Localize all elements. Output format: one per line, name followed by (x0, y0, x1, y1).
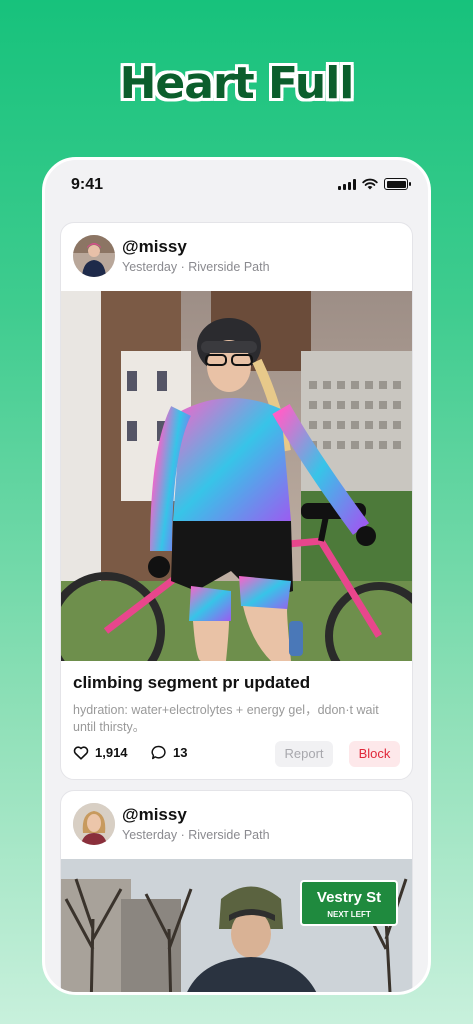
avatar[interactable] (73, 235, 115, 277)
post-card[interactable]: @missy Yesterday · Riverside Path climbi… (60, 222, 413, 780)
status-icons (338, 178, 411, 190)
cellular-signal-icon (338, 178, 356, 190)
app-title: Heart Full (119, 58, 355, 109)
phone-frame: 9:41 @missy Yesterday · Riverside Path c… (42, 157, 431, 995)
street-sign-name: Vestry St (317, 889, 381, 906)
post-title: climbing segment pr updated (73, 673, 311, 692)
heart-icon (73, 746, 89, 760)
avatar[interactable] (73, 803, 115, 845)
post-meta: Yesterday · Riverside Path (122, 828, 270, 842)
status-time: 9:41 (71, 176, 104, 193)
post-username[interactable]: @missy (122, 237, 187, 257)
post-header: @missy Yesterday · Riverside Path (61, 791, 412, 859)
wifi-icon (362, 178, 378, 190)
post-meta: Yesterday · Riverside Path (122, 260, 270, 274)
comment-button[interactable]: 13 (151, 745, 187, 760)
post-body: hydration: water+electrolytes + energy g… (73, 703, 379, 734)
like-count: 1,914 (95, 745, 128, 760)
post-username[interactable]: @missy (122, 805, 187, 825)
report-button[interactable]: Report (275, 741, 333, 767)
battery-icon (384, 178, 411, 190)
post-image[interactable]: Vestry St NEXT LEFT (61, 859, 412, 992)
post-image[interactable] (61, 291, 412, 661)
comment-icon (151, 745, 166, 760)
block-button[interactable]: Block (349, 741, 400, 767)
like-button[interactable]: 1,914 (73, 745, 128, 760)
post-actions: 1,914 13 Report Block (61, 741, 412, 767)
post-header: @missy Yesterday · Riverside Path (61, 223, 412, 291)
comment-count: 13 (173, 745, 188, 760)
status-bar: 9:41 (45, 160, 428, 210)
street-sign-subtext: NEXT LEFT (327, 910, 371, 919)
post-card[interactable]: @missy Yesterday · Riverside Path Vestry… (60, 790, 413, 992)
